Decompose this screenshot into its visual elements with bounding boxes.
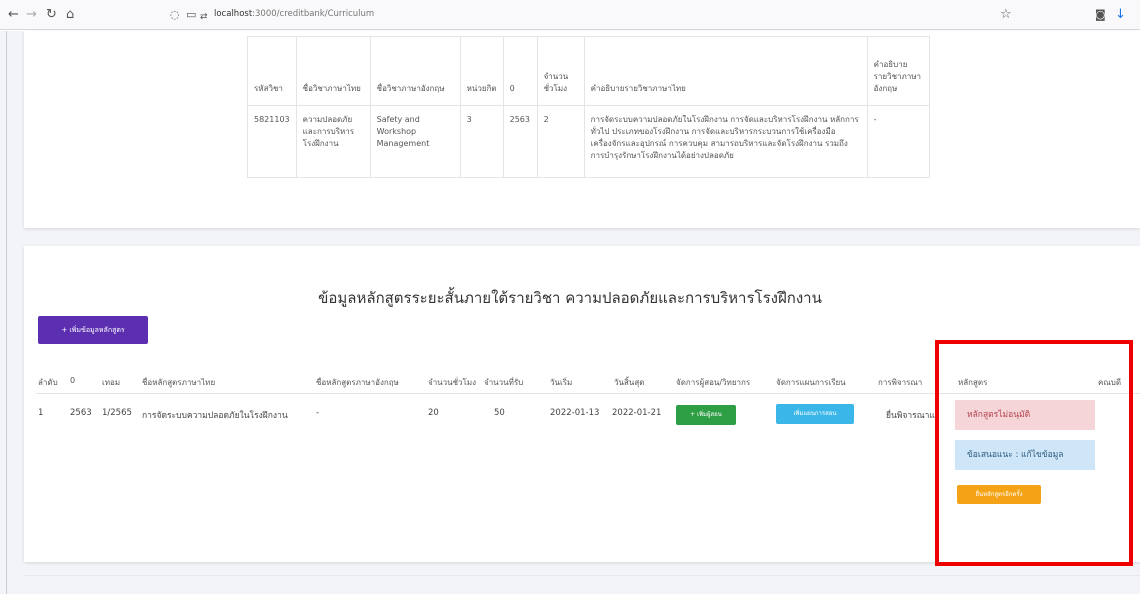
course-table-header: รหัสวิชา ชื่อวิชาภาษาไทย ชื่อวิชาภาษาอัง… [247, 36, 930, 106]
back-icon[interactable]: ← [8, 7, 19, 23]
col-desc-en: คำอธิบายรายวิชาภาษาอังกฤษ [866, 36, 930, 106]
course-name-en: Safety and Workshop Management [369, 105, 461, 178]
course-year: 2563 [502, 105, 538, 178]
col-zero: 0 [70, 376, 76, 385]
col-index: ลำดับ [38, 378, 58, 387]
bookmark-star-icon[interactable]: ☆ [1000, 7, 1012, 23]
row-index: 1 [38, 408, 44, 418]
pocket-icon[interactable]: ◙ [1095, 7, 1106, 23]
course-hours: 2 [536, 105, 585, 178]
col-name-en: ชื่อหลักสูตรภาษาอังกฤษ [316, 378, 399, 387]
col-desc-th: คำอธิบายรายวิชาภาษาไทย [583, 36, 868, 106]
course-desc-en: - [866, 105, 930, 178]
row-name-th: การจัดระบบความปลอดภัยในโรงฝึกงาน [142, 411, 288, 421]
connection-icon[interactable]: ⇄ [200, 9, 208, 25]
add-curriculum-button[interactable]: + เพิ่มข้อมูลหลักสูตร [38, 316, 148, 344]
col-teacher: จัดการผู้สอน/วิทยากร [676, 378, 751, 387]
col-plan: จัดการแผนการเรียน [776, 378, 846, 387]
row-year: 2563 [70, 408, 92, 418]
col-hours: จำนวนชั่วโมง [428, 378, 477, 387]
col-end: วันสิ้นสุด [614, 378, 645, 387]
section-title: ข้อมูลหลักสูตรระยะสั้นภายใต้รายวิชา ความ… [318, 289, 822, 307]
col-term: เทอม [102, 378, 121, 387]
col-code: รหัสวิชา [247, 36, 297, 106]
reload-icon[interactable]: ↻ [46, 7, 57, 23]
col-hours: จำนวนชั่วโมง [536, 36, 585, 106]
bottom-divider [24, 575, 1140, 576]
row-term: 1/2565 [102, 408, 132, 418]
col-review: การพิจารณา [878, 378, 923, 387]
col-name-th: ชื่อหลักสูตรภาษาไทย [142, 378, 216, 387]
url-path: :3000/creditbank/Curriculum [252, 9, 375, 19]
course-desc-th: การจัดระบบความปลอดภัยในโรงฝึกงาน การจัดแ… [583, 105, 868, 178]
course-row: 5821103 ความปลอดภัยและการบริหารโรงฝึกงาน… [247, 105, 930, 178]
row-start: 2022-01-13 [550, 408, 600, 418]
course-table: รหัสวิชา ชื่อวิชาภาษาไทย ชื่อวิชาภาษาอัง… [247, 36, 930, 178]
course-code: 5821103 [247, 105, 297, 178]
review-status: ยื่นพิจารณาแล้ว [886, 411, 938, 421]
row-end: 2022-01-21 [612, 408, 662, 418]
col-credits: หน่วยกิต [459, 36, 504, 106]
highlight-annotation [935, 340, 1133, 566]
add-teacher-button[interactable]: + เพิ่มผู้สอน [676, 405, 736, 425]
shield-icon[interactable]: ◌ [170, 7, 180, 23]
row-name-en: - [316, 408, 320, 418]
browser-toolbar: ← → ↻ ⌂ ◌ ▭ ⇄ localhost:3000/creditbank/… [0, 0, 1140, 30]
row-capacity: 50 [494, 408, 505, 418]
col-capacity: จำนวนที่รับ [484, 378, 524, 387]
url-host: localhost [214, 9, 253, 19]
left-divider [6, 31, 7, 594]
col-zero: 0 [502, 36, 538, 106]
col-name-th: ชื่อวิชาภาษาไทย [295, 36, 371, 106]
course-name-th: ความปลอดภัยและการบริหารโรงฝึกงาน [295, 105, 371, 178]
add-plan-button[interactable]: เพิ่มแผนการสอน [776, 404, 854, 424]
col-start: วันเริ่ม [550, 378, 573, 387]
row-hours: 20 [428, 408, 439, 418]
col-name-en: ชื่อวิชาภาษาอังกฤษ [369, 36, 461, 106]
home-icon[interactable]: ⌂ [66, 7, 74, 23]
page-icon[interactable]: ▭ [186, 7, 196, 23]
course-credits: 3 [459, 105, 504, 178]
download-icon[interactable]: ↓ [1115, 7, 1126, 23]
url-bar[interactable]: localhost:3000/creditbank/Curriculum [214, 9, 374, 19]
forward-icon[interactable]: → [26, 7, 37, 23]
